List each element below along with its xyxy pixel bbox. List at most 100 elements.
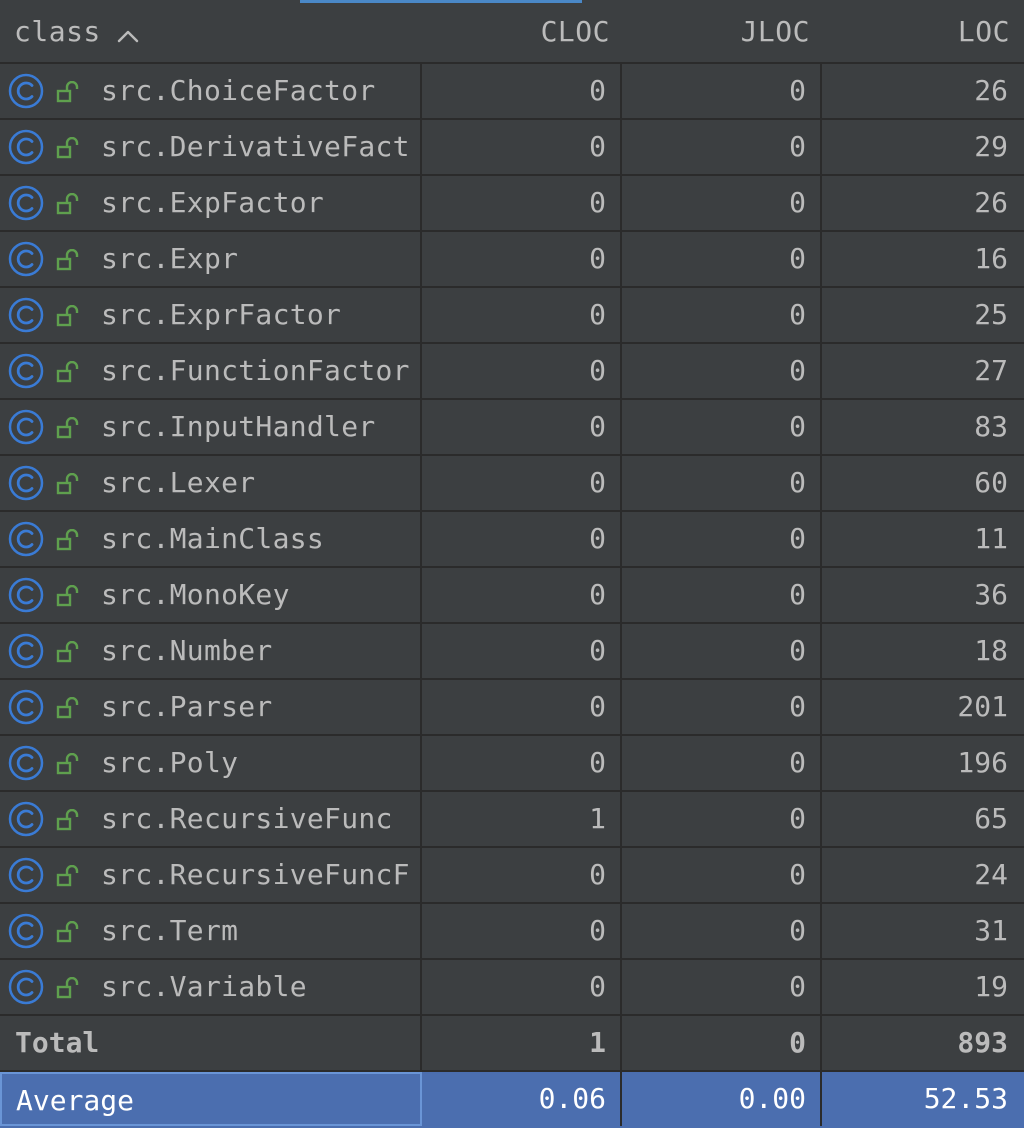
loc-cell: 26	[974, 74, 1008, 107]
class-name: src.ExprFactor	[101, 298, 342, 331]
table-row[interactable]: src.ChoiceFactor 0 0 26	[0, 64, 1024, 120]
class-icon	[8, 801, 44, 837]
table-row[interactable]: src.Lexer 0 0 60	[0, 456, 1024, 512]
class-name: src.ExpFactor	[101, 186, 325, 219]
class-icon	[8, 969, 44, 1005]
table-row[interactable]: src.FunctionFactor 0 0 27	[0, 344, 1024, 400]
class-name-cell: src.Number	[0, 624, 422, 678]
class-icon	[8, 745, 44, 781]
class-name-cell: src.RecursiveFuncF	[0, 848, 422, 902]
class-name-cell: src.Variable	[0, 960, 422, 1014]
jloc-cell: 0	[622, 64, 822, 118]
jloc-cell: 0	[622, 680, 822, 734]
class-name: src.Number	[101, 634, 273, 667]
class-name: src.Poly	[101, 746, 239, 779]
class-name-cell: src.FunctionFactor	[0, 344, 422, 398]
class-name: src.Term	[101, 914, 239, 947]
jloc-cell: 0	[622, 176, 822, 230]
cloc-cell: 0	[422, 736, 622, 790]
class-name-cell: src.Parser	[0, 680, 422, 734]
table-row[interactable]: src.RecursiveFunc 1 0 65	[0, 792, 1024, 848]
total-cloc-cell: 1	[422, 1016, 622, 1070]
loc-cell: 83	[974, 410, 1008, 443]
cloc-cell: 0	[422, 288, 622, 342]
class-icon	[8, 633, 44, 669]
table-row[interactable]: src.DerivativeFact 0 0 29	[0, 120, 1024, 176]
jloc-cell: 0	[622, 792, 822, 846]
class-name: src.Lexer	[101, 466, 256, 499]
column-header-class[interactable]: class	[14, 3, 414, 62]
table-row[interactable]: src.Parser 0 0 201	[0, 680, 1024, 736]
cloc-cell: 0	[422, 176, 622, 230]
table-row[interactable]: src.ExpFactor 0 0 26	[0, 176, 1024, 232]
cloc-cell: 0	[422, 120, 622, 174]
table-row[interactable]: src.Number 0 0 18	[0, 624, 1024, 680]
cloc-cell: 0	[422, 344, 622, 398]
loc-cell: 31	[974, 914, 1008, 947]
loc-cell: 25	[974, 298, 1008, 331]
table-row[interactable]: src.RecursiveFuncF 0 0 24	[0, 848, 1024, 904]
class-name: src.Expr	[101, 242, 239, 275]
loc-cell: 29	[974, 130, 1008, 163]
class-name-cell: src.Lexer	[0, 456, 422, 510]
loc-cell: 196	[957, 746, 1008, 779]
public-lock-icon	[56, 921, 79, 943]
jloc-cell: 0	[622, 904, 822, 958]
table-row[interactable]: src.Expr 0 0 16	[0, 232, 1024, 288]
public-lock-icon	[56, 249, 79, 271]
public-lock-icon	[56, 473, 79, 495]
loc-cell: 27	[974, 354, 1008, 387]
cloc-cell: 0	[422, 680, 622, 734]
public-lock-icon	[56, 753, 79, 775]
class-name-cell: src.Poly	[0, 736, 422, 790]
table-row[interactable]: src.InputHandler 0 0 83	[0, 400, 1024, 456]
class-icon	[8, 577, 44, 613]
class-icon	[8, 521, 44, 557]
table-row[interactable]: src.MainClass 0 0 11	[0, 512, 1024, 568]
loc-cell: 11	[974, 522, 1008, 555]
class-name-cell: src.MonoKey	[0, 568, 422, 622]
average-label: Average	[16, 1084, 135, 1117]
public-lock-icon	[56, 529, 79, 551]
public-lock-icon	[56, 81, 79, 103]
public-lock-icon	[56, 193, 79, 215]
average-loc-cell: 52.53	[923, 1082, 1008, 1115]
cloc-cell: 0	[422, 904, 622, 958]
table-row[interactable]: src.ExprFactor 0 0 25	[0, 288, 1024, 344]
class-icon	[8, 689, 44, 725]
class-icon	[8, 465, 44, 501]
cloc-cell: 0	[422, 568, 622, 622]
loc-cell: 24	[974, 858, 1008, 891]
total-name-cell: Total	[0, 1016, 422, 1070]
jloc-cell: 0	[622, 288, 822, 342]
column-header-loc[interactable]: LOC	[824, 3, 1010, 62]
class-icon	[8, 353, 44, 389]
table-row[interactable]: src.Variable 0 0 19	[0, 960, 1024, 1016]
table-row[interactable]: src.Poly 0 0 196	[0, 736, 1024, 792]
column-header-jloc[interactable]: JLOC	[624, 3, 810, 62]
sort-ascending-icon[interactable]	[117, 5, 139, 62]
cloc-cell: 0	[422, 232, 622, 286]
public-lock-icon	[56, 865, 79, 887]
class-icon	[8, 129, 44, 165]
cloc-cell: 0	[422, 624, 622, 678]
cloc-cell: 1	[422, 792, 622, 846]
column-header-cloc[interactable]: CLOC	[424, 3, 610, 62]
average-row[interactable]: Average 0.06 0.00 52.53	[0, 1072, 1024, 1128]
table-row[interactable]: src.MonoKey 0 0 36	[0, 568, 1024, 624]
class-name: src.ChoiceFactor	[101, 74, 376, 107]
loc-cell: 201	[957, 690, 1008, 723]
public-lock-icon	[56, 809, 79, 831]
class-icon	[8, 409, 44, 445]
class-name: src.FunctionFactor	[101, 354, 410, 387]
metrics-table: class CLOC JLOC LOC src.ChoiceFactor 0 0 26…	[0, 0, 1024, 1128]
class-name-cell: src.Term	[0, 904, 422, 958]
class-icon	[8, 913, 44, 949]
table-row[interactable]: src.Term 0 0 31	[0, 904, 1024, 960]
class-name: src.RecursiveFunc	[101, 802, 393, 835]
total-row[interactable]: Total 1 0 893	[0, 1016, 1024, 1072]
total-loc-cell: 893	[957, 1026, 1008, 1059]
class-name-cell: src.InputHandler	[0, 400, 422, 454]
jloc-cell: 0	[622, 120, 822, 174]
total-jloc-cell: 0	[622, 1016, 822, 1070]
